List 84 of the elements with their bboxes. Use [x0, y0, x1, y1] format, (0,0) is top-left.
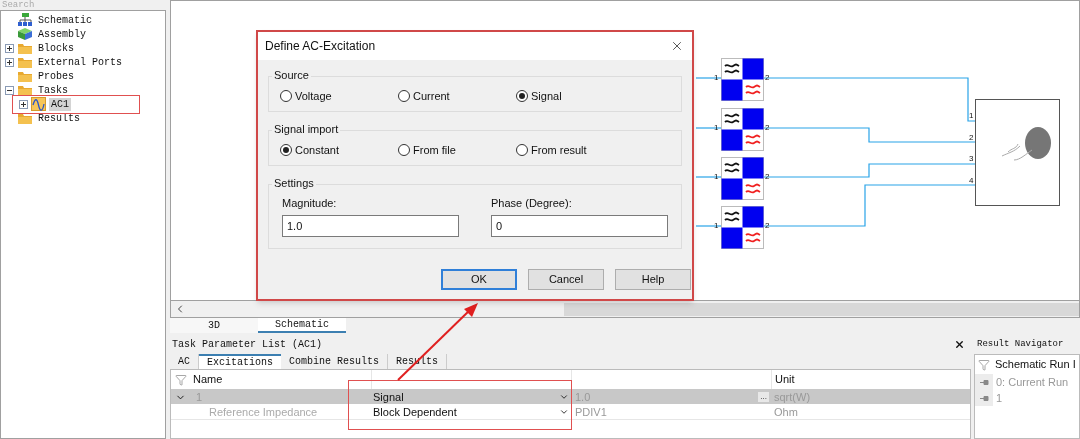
- collapse-icon[interactable]: [5, 85, 14, 95]
- group-title: Settings: [272, 177, 316, 190]
- pin-label: 2: [765, 123, 770, 132]
- close-icon[interactable]: [954, 339, 965, 350]
- cube-icon: [17, 27, 33, 41]
- table-cell-text: PDIV1: [575, 405, 607, 420]
- radio-button[interactable]: [516, 144, 528, 156]
- group-title: Signal import: [272, 123, 341, 136]
- field-label: Phase (Degree):: [491, 196, 573, 211]
- pin-label: 1: [969, 112, 974, 120]
- search-label: Search: [1, 0, 36, 10]
- panel-title: Task Parameter List (AC1): [171, 338, 324, 352]
- folder-icon: [17, 111, 33, 125]
- radio-button[interactable]: [398, 90, 410, 102]
- dropdown-value[interactable]: Signal: [373, 389, 404, 406]
- view-tab[interactable]: Schematic: [258, 318, 346, 333]
- pin-label: 1: [714, 123, 719, 132]
- column-header: Name: [193, 372, 223, 388]
- expand-icon[interactable]: [19, 99, 28, 109]
- expand-icon[interactable]: [5, 57, 14, 67]
- pin-label: 2: [969, 133, 974, 142]
- column-header: Schematic Run I: [995, 357, 1076, 373]
- tree-item[interactable]: Tasks: [36, 83, 70, 97]
- pin-label: 1: [714, 221, 719, 230]
- folder-icon: [17, 41, 33, 55]
- schematic-icon: [17, 13, 33, 27]
- ellipse-icon: [1000, 126, 1052, 164]
- filter-block[interactable]: [721, 58, 764, 101]
- close-icon[interactable]: [670, 39, 684, 53]
- input-field[interactable]: 1.0: [282, 214, 459, 237]
- sine-wave-icon: [31, 97, 46, 111]
- tree-item[interactable]: Assembly: [36, 27, 88, 41]
- radio-label: Constant: [295, 142, 340, 158]
- dialog-button[interactable]: Help: [615, 269, 691, 290]
- pin-label: 4: [969, 176, 974, 185]
- dialog-title: Define AC-Excitation: [265, 38, 376, 55]
- radio-label: Voltage: [295, 88, 332, 104]
- pin-icon: [979, 395, 989, 401]
- radio-button[interactable]: [516, 90, 528, 102]
- panel-title: Result Navigator: [976, 338, 1065, 351]
- tree-item[interactable]: Probes: [36, 69, 76, 83]
- pin-label: 1: [714, 172, 719, 181]
- horizontal-scrollbar[interactable]: [170, 301, 1080, 318]
- pin-label: 2: [765, 221, 770, 230]
- pin-label: 1: [714, 73, 719, 82]
- dialog-button[interactable]: OK: [441, 269, 517, 290]
- wire: [695, 127, 722, 129]
- folder-icon: [17, 55, 33, 69]
- tree-item[interactable]: External Ports: [36, 55, 124, 69]
- browse-button[interactable]: ...: [758, 392, 769, 403]
- pin-label: 2: [765, 73, 770, 82]
- group-title: Source: [272, 69, 311, 82]
- radio-label: Current: [413, 88, 450, 104]
- view-tab[interactable]: 3D: [170, 318, 258, 333]
- dialog-button[interactable]: Cancel: [528, 269, 604, 290]
- filter-block[interactable]: [721, 206, 764, 249]
- pin-label: 2: [765, 172, 770, 181]
- tree-item[interactable]: AC1: [49, 97, 71, 111]
- input-field[interactable]: 0: [491, 214, 668, 237]
- panel-tab[interactable]: Excitations: [199, 354, 282, 369]
- wire: [695, 77, 722, 79]
- folder-icon: [17, 69, 33, 83]
- tree-item[interactable]: Results: [36, 111, 82, 125]
- wire: [695, 225, 722, 227]
- filter-block[interactable]: [721, 108, 764, 151]
- radio-button[interactable]: [280, 90, 292, 102]
- folder-icon: [17, 83, 33, 97]
- expand-icon[interactable]: [5, 43, 14, 53]
- radio-label: From result: [531, 142, 587, 158]
- radio-button[interactable]: [398, 144, 410, 156]
- table-cell-text: Reference Impedance: [209, 405, 318, 420]
- dropdown-value[interactable]: Block Dependent: [373, 404, 457, 421]
- tree-item[interactable]: Blocks: [36, 41, 76, 55]
- tree-item[interactable]: Schematic: [36, 13, 94, 27]
- radio-label: Signal: [531, 88, 562, 104]
- filter-block[interactable]: [721, 157, 764, 200]
- pin-label: 3: [969, 155, 974, 163]
- field-label: Magnitude:: [282, 196, 338, 211]
- pin-icon: [979, 379, 989, 385]
- table-cell-text: Ohm: [774, 405, 798, 420]
- wire: [695, 176, 722, 178]
- radio-button[interactable]: [280, 144, 292, 156]
- radio-label: From file: [413, 142, 456, 158]
- column-header: Unit: [775, 372, 795, 388]
